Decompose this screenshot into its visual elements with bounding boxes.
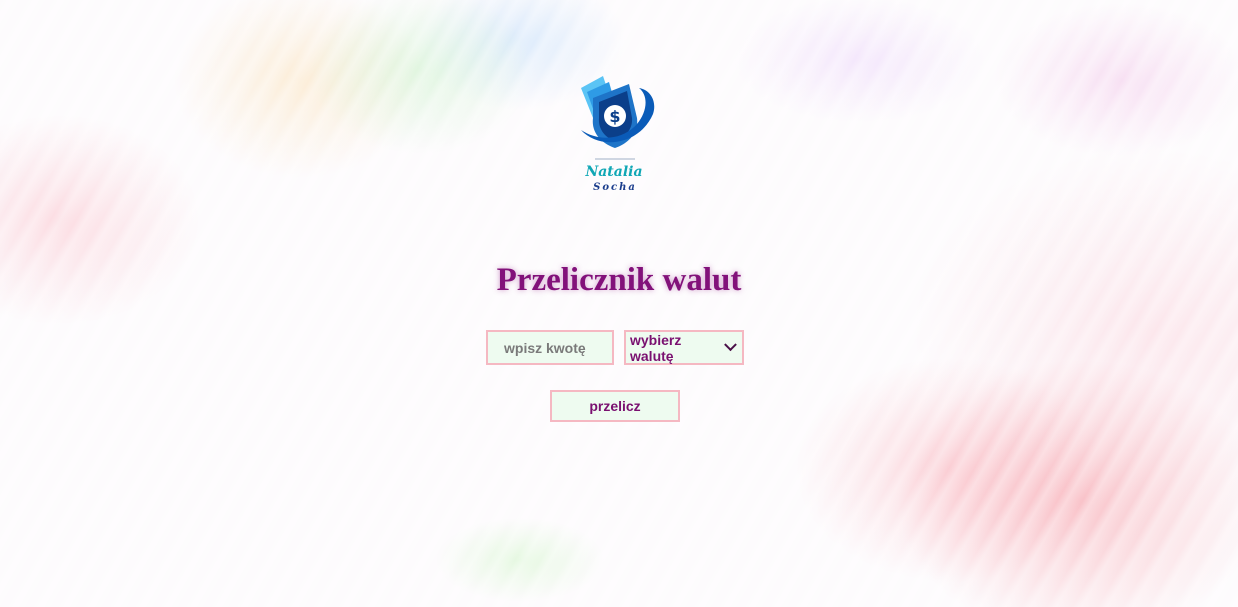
currency-select[interactable]: wybierz walutę bbox=[624, 330, 744, 365]
currency-select-value: wybierz walutę bbox=[630, 331, 682, 364]
dollar-shield-icon: $ bbox=[581, 76, 655, 160]
page-title: Przelicznik walut bbox=[496, 262, 742, 298]
amount-input[interactable] bbox=[486, 330, 614, 365]
logo: $ Natalia Socha bbox=[560, 72, 670, 200]
svg-text:$: $ bbox=[609, 107, 620, 126]
convert-button[interactable]: przelicz bbox=[550, 390, 680, 422]
logo-name-last: Socha bbox=[593, 182, 637, 193]
logo-name-first: Natalia bbox=[585, 164, 643, 180]
